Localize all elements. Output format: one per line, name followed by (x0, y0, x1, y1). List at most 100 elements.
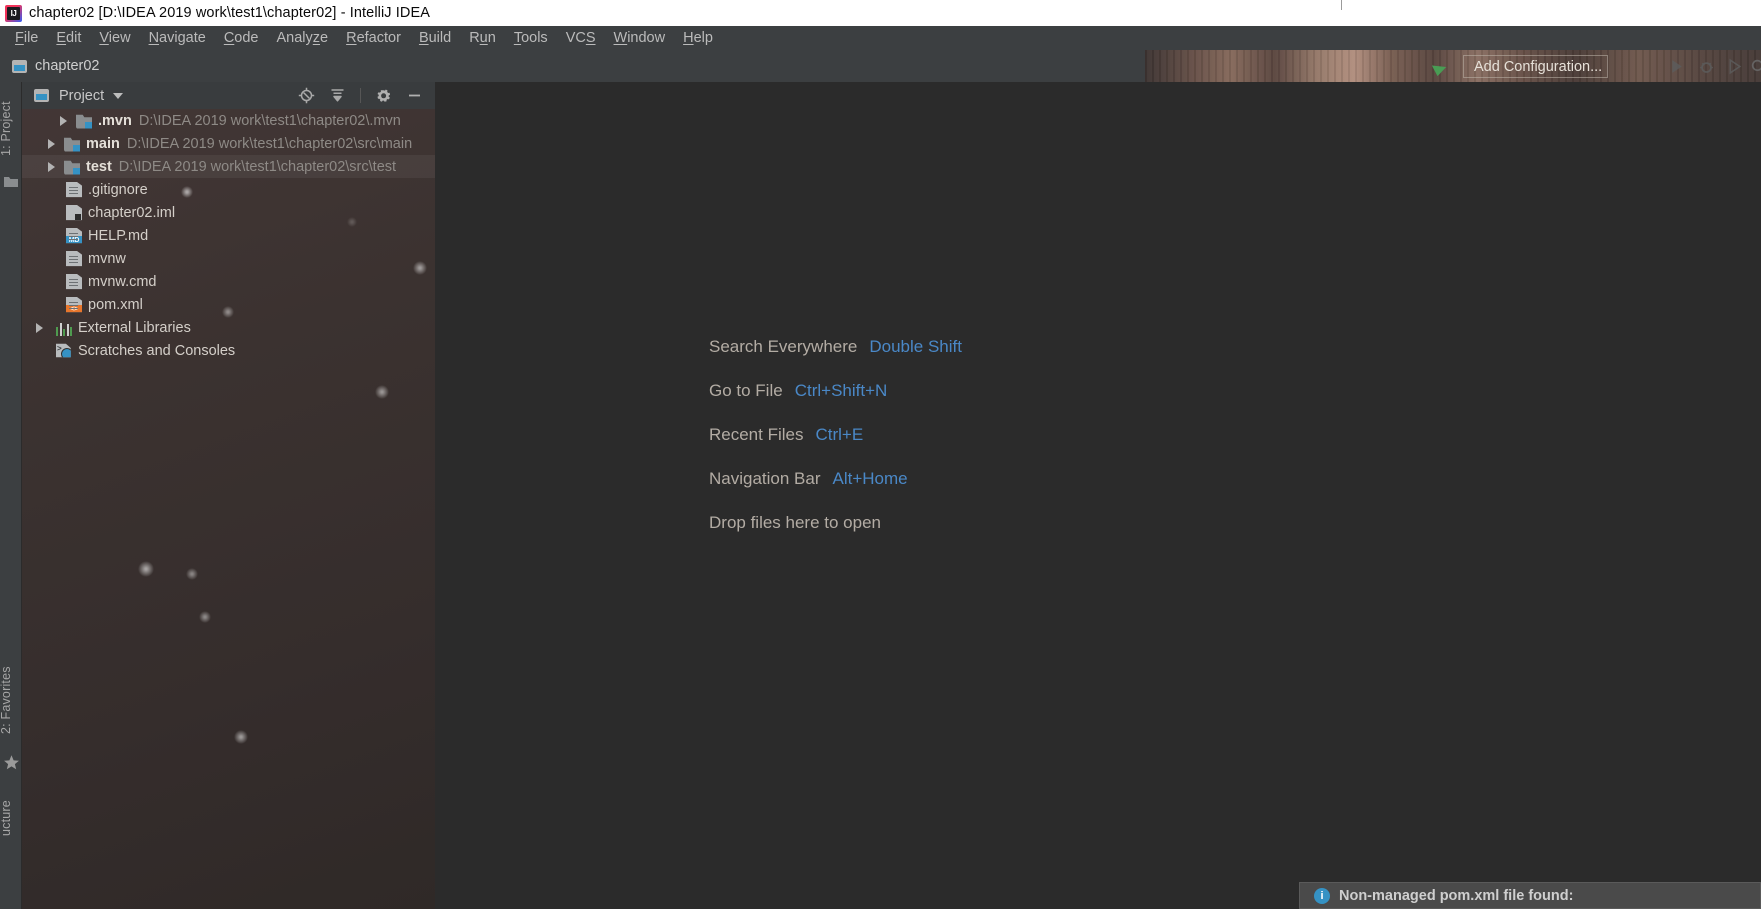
tree-node-main[interactable]: main D:\IDEA 2019 work\test1\chapter02\s… (22, 132, 435, 155)
tree-node-mvnw-cmd[interactable]: mvnw.cmd (22, 270, 435, 293)
sidebar-tab-project-label: 1: Project (0, 101, 13, 157)
tree-node-path: D:\IDEA 2019 work\test1\chapter02\.mvn (138, 112, 401, 129)
tree-node-label: main (86, 135, 120, 152)
project-tree[interactable]: .mvn D:\IDEA 2019 work\test1\chapter02\.… (22, 109, 435, 362)
hint-label: Recent Files (709, 425, 804, 444)
hint-navigation-bar: Navigation Bar Alt+Home (709, 469, 962, 513)
menu-item-window[interactable]: Window (605, 28, 675, 48)
toolbar-separator (360, 88, 361, 103)
menu-item-vcs[interactable]: VCS (557, 28, 605, 48)
prompt-glyph: > (57, 343, 62, 353)
tree-node-label: pom.xml (88, 296, 143, 313)
markdown-file-icon: MD (66, 227, 82, 244)
hint-shortcut: Ctrl+Shift+N (794, 381, 888, 400)
tree-node-help-md[interactable]: MD HELP.md (22, 224, 435, 247)
tree-node-mvn[interactable]: .mvn D:\IDEA 2019 work\test1\chapter02\.… (22, 109, 435, 132)
minimize-icon[interactable] (406, 87, 423, 104)
chevron-down-icon[interactable] (113, 92, 124, 99)
project-panel-header: Project (22, 82, 435, 109)
module-folder-icon (76, 114, 92, 129)
gear-icon[interactable] (375, 87, 392, 104)
sidebar-tab-favorites-label: 2: Favorites (0, 666, 13, 734)
expand-arrow-icon[interactable] (48, 161, 55, 172)
project-tool-window: Project .mvn D:\IDEA 2019 work\test1\cha… (22, 82, 435, 909)
sidebar-tab-project[interactable]: 1: Project (0, 90, 21, 168)
text-file-icon (66, 181, 82, 198)
tree-node-external-libraries[interactable]: External Libraries (22, 316, 435, 339)
tree-node-label: chapter02.iml (88, 204, 176, 221)
add-configuration-dropdown[interactable]: Add Configuration... (1463, 55, 1608, 78)
sidebar-tab-favorites[interactable]: 2: Favorites (0, 652, 21, 748)
window-controls-strip[interactable] (1341, 0, 1761, 10)
menu-item-file[interactable]: File (6, 28, 47, 48)
hint-label: Drop files here to open (709, 513, 881, 532)
text-file-icon (66, 250, 82, 267)
run-icon[interactable] (1668, 58, 1685, 75)
menu-bar: File Edit View Navigate Code Analyze Ref… (0, 26, 1761, 50)
hint-label: Search Everywhere (709, 337, 858, 356)
tree-node-test[interactable]: test D:\IDEA 2019 work\test1\chapter02\s… (22, 155, 435, 178)
tree-node-label: .mvn (98, 112, 132, 129)
green-arrow-pointer-icon (1432, 65, 1447, 76)
debug-icon[interactable] (1698, 58, 1715, 75)
search-icon[interactable] (1750, 58, 1761, 75)
module-folder-icon (64, 160, 80, 175)
markdown-badge: MD (66, 235, 82, 244)
tree-node-label: External Libraries (78, 319, 191, 336)
project-view-icon (34, 89, 49, 102)
intellij-idea-window: IJ chapter02 [D:\IDEA 2019 work\test1\ch… (0, 0, 1761, 909)
hint-label: Go to File (709, 381, 783, 400)
xml-file-icon: <> (66, 296, 82, 313)
hint-shortcut: Alt+Home (832, 469, 908, 488)
tree-node-pom-xml[interactable]: <> pom.xml (22, 293, 435, 316)
editor-hints: Search Everywhere Double Shift Go to Fil… (709, 337, 962, 557)
expand-arrow-icon[interactable] (60, 115, 67, 126)
sidebar-tab-structure[interactable]: ucture (0, 788, 21, 848)
menu-item-refactor[interactable]: Refactor (337, 28, 410, 48)
menu-item-navigate[interactable]: Navigate (140, 28, 215, 48)
menu-item-view[interactable]: View (90, 28, 139, 48)
tree-node-chapter02-iml[interactable]: chapter02.iml (22, 201, 435, 224)
project-panel-title: Project (59, 87, 105, 104)
menu-item-build[interactable]: Build (410, 28, 460, 48)
editor-empty-area[interactable]: Search Everywhere Double Shift Go to Fil… (435, 82, 1761, 909)
tree-node-label: test (86, 158, 112, 175)
logo-glyph: IJ (10, 8, 17, 18)
tree-node-label: mvnw (88, 250, 126, 267)
info-glyph: i (1320, 889, 1324, 902)
hint-go-to-file: Go to File Ctrl+Shift+N (709, 381, 962, 425)
menu-item-tools[interactable]: Tools (505, 28, 557, 48)
hint-recent-files: Recent Files Ctrl+E (709, 425, 962, 469)
project-chip-label: chapter02 (35, 58, 100, 74)
tree-node-gitignore[interactable]: .gitignore (22, 178, 435, 201)
tree-node-label: .gitignore (88, 181, 148, 198)
menu-item-analyze[interactable]: Analyze (268, 28, 338, 48)
notification-balloon[interactable]: i Non-managed pom.xml file found: (1299, 882, 1761, 909)
info-icon: i (1314, 887, 1330, 904)
menu-item-help[interactable]: Help (674, 28, 722, 48)
folder-icon (4, 177, 18, 187)
tree-node-label: Scratches and Consoles (78, 342, 236, 359)
notification-text: Non-managed pom.xml file found: (1339, 887, 1574, 904)
run-with-coverage-icon[interactable] (1726, 58, 1743, 75)
left-tool-window-rail: 1: Project 2: Favorites ucture (0, 82, 22, 909)
menu-item-code[interactable]: Code (215, 28, 268, 48)
collapse-all-icon[interactable] (329, 87, 346, 104)
locate-icon[interactable] (298, 87, 315, 104)
menu-item-edit[interactable]: Edit (47, 28, 90, 48)
module-folder-icon (64, 137, 80, 152)
window-title: chapter02 [D:\IDEA 2019 work\test1\chapt… (29, 5, 431, 21)
expand-arrow-icon[interactable] (36, 322, 43, 333)
tree-node-path: D:\IDEA 2019 work\test1\chapter02\src\te… (118, 158, 397, 175)
tree-node-scratches-and-consoles[interactable]: > Scratches and Consoles (22, 339, 435, 362)
iml-file-icon (66, 204, 82, 221)
tree-node-label: HELP.md (88, 227, 149, 244)
project-chip[interactable]: chapter02 (6, 54, 106, 78)
sidebar-tab-structure-label: ucture (0, 800, 13, 836)
text-file-icon (66, 273, 82, 290)
main-toolbar: chapter02 Add Configuration... (0, 50, 1761, 82)
expand-arrow-icon[interactable] (48, 138, 55, 149)
menu-item-run[interactable]: Run (460, 28, 505, 48)
tree-node-label: mvnw.cmd (88, 273, 157, 290)
tree-node-mvnw[interactable]: mvnw (22, 247, 435, 270)
